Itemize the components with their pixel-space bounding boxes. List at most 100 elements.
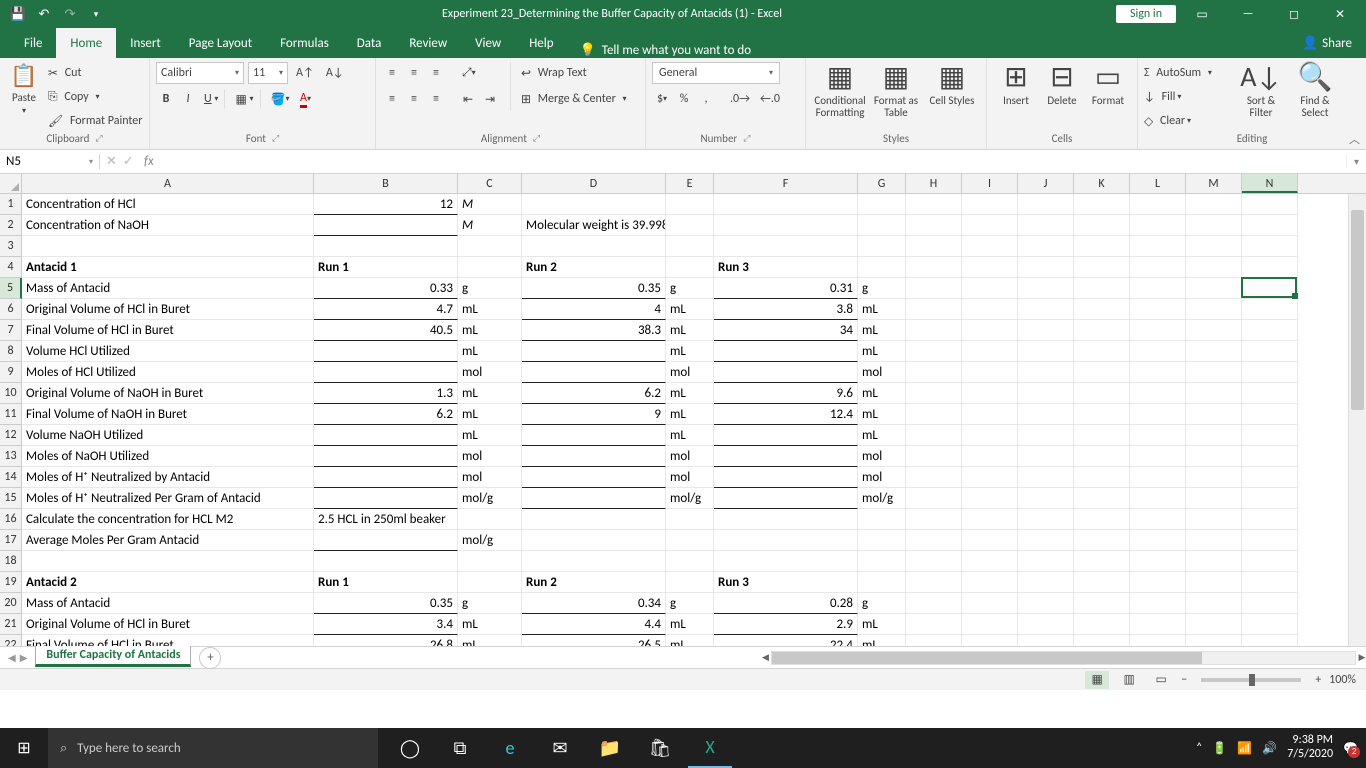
cell[interactable]: 4.7 [314,299,458,320]
cell[interactable] [1130,383,1186,404]
cell[interactable] [962,299,1018,320]
cell[interactable] [1018,404,1074,425]
cell[interactable] [962,446,1018,467]
excel-icon[interactable]: X [688,728,732,768]
spreadsheet-grid[interactable]: ABCDEFGHIJKLMN 1Concentration of HCl12M2… [0,174,1366,646]
cell[interactable] [1018,383,1074,404]
cell[interactable]: mL [458,425,522,446]
cell[interactable] [714,530,858,551]
cell[interactable] [1242,215,1298,236]
collapse-ribbon-icon[interactable]: ︿ [1349,131,1360,147]
normal-view-icon[interactable]: ▦ [1085,671,1109,689]
cell[interactable]: Moles of NaOH Utilized [22,446,314,467]
cell[interactable] [1074,299,1130,320]
row-header[interactable]: 8 [0,341,22,362]
cell[interactable] [1018,614,1074,635]
cell[interactable] [962,383,1018,404]
cell[interactable] [906,362,962,383]
cell[interactable] [522,509,666,530]
tab-file[interactable]: File [10,28,56,58]
cell[interactable] [906,320,962,341]
volume-icon[interactable]: 🔊 [1262,741,1277,756]
cell[interactable]: 38.3 [522,320,666,341]
cell[interactable]: mol [858,467,906,488]
cell[interactable] [1242,425,1298,446]
cell[interactable] [1242,278,1298,299]
cell[interactable] [314,467,458,488]
row-header[interactable]: 12 [0,425,22,446]
cell[interactable] [1186,236,1242,257]
cell[interactable]: Final Volume of NaOH in Buret [22,404,314,425]
cell[interactable] [522,362,666,383]
cell[interactable] [906,551,962,572]
tab-home[interactable]: Home [56,28,116,58]
cell[interactable] [962,593,1018,614]
cell[interactable] [666,551,714,572]
cell[interactable]: Volume NaOH Utilized [22,425,314,446]
horizontal-scrollbar[interactable]: ◀ ▶ [771,651,1356,665]
cell[interactable] [1074,635,1130,646]
cell[interactable]: Run 2 [522,257,666,278]
font-color-button[interactable]: A▾ [295,89,315,109]
row-header[interactable]: 2 [0,215,22,236]
row-header[interactable]: 3 [0,236,22,257]
cell[interactable]: mol/g [666,488,714,509]
cell[interactable] [314,530,458,551]
start-button[interactable]: ⊞ [0,728,48,768]
cell[interactable]: 40.5 [314,320,458,341]
cell[interactable] [1018,362,1074,383]
cell[interactable] [858,236,906,257]
battery-icon[interactable]: 🔋 [1212,741,1227,756]
cell[interactable]: M [458,215,522,236]
cell[interactable] [714,425,858,446]
cell[interactable] [666,215,714,236]
cell[interactable] [1130,635,1186,646]
scroll-left-icon[interactable]: ◀ [758,652,772,664]
cell[interactable]: mL [458,320,522,341]
share-button[interactable]: 👤Share [1288,28,1366,58]
cell[interactable]: 26.5 [522,635,666,646]
cell[interactable] [1074,509,1130,530]
cell[interactable] [906,194,962,215]
cell[interactable]: mL [458,383,522,404]
cell[interactable]: mol [666,446,714,467]
cell[interactable] [666,509,714,530]
cell[interactable]: 0.35 [522,278,666,299]
cell[interactable] [1242,236,1298,257]
cell[interactable] [22,236,314,257]
cell[interactable] [1074,467,1130,488]
cell[interactable] [1186,215,1242,236]
cell[interactable]: Mass of Antacid [22,278,314,299]
mail-icon[interactable]: ✉ [538,728,582,768]
cell[interactable] [1242,341,1298,362]
cell[interactable]: 6.2 [314,404,458,425]
cell[interactable]: Volume HCl Utilized [22,341,314,362]
cell[interactable]: mL [666,341,714,362]
row-header[interactable]: 18 [0,551,22,572]
cell[interactable]: g [666,278,714,299]
cell[interactable] [1018,635,1074,646]
row-header[interactable]: 19 [0,572,22,593]
name-box[interactable]: N5▾ [0,154,100,169]
cell[interactable]: 9.6 [714,383,858,404]
cell[interactable] [1242,572,1298,593]
cell[interactable] [906,614,962,635]
cell[interactable]: M [458,194,522,215]
orientation-icon[interactable]: ⤢▾ [458,63,480,83]
cell[interactable] [1242,551,1298,572]
cell[interactable] [522,425,666,446]
next-sheet-icon[interactable]: ▶ [20,651,28,664]
cell[interactable] [1242,635,1298,646]
cell[interactable] [1074,404,1130,425]
col-header-E[interactable]: E [666,174,714,193]
cell[interactable] [1186,488,1242,509]
cell[interactable]: mL [458,299,522,320]
cell[interactable] [962,572,1018,593]
underline-button[interactable]: U ▾ [200,89,225,109]
cell[interactable] [906,404,962,425]
cell[interactable]: mL [858,299,906,320]
cell[interactable] [1018,215,1074,236]
cell[interactable] [714,551,858,572]
cell[interactable] [1018,299,1074,320]
cell[interactable] [962,194,1018,215]
